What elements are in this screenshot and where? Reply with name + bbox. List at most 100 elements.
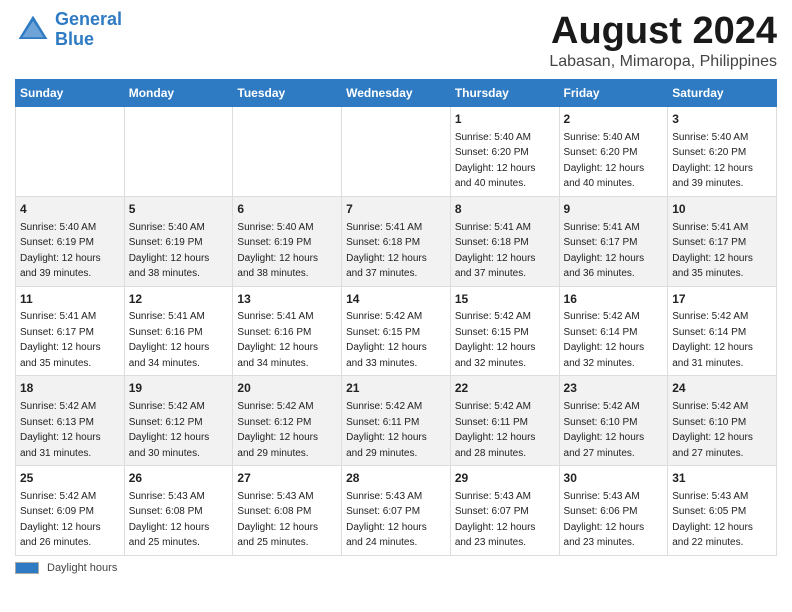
day-info: Sunrise: 5:43 AM Sunset: 6:07 PM Dayligh… <box>346 491 427 549</box>
col-header-monday: Monday <box>124 80 233 107</box>
day-number: 26 <box>129 470 229 487</box>
calendar-cell: 2 Sunrise: 5:40 AM Sunset: 6:20 PM Daylig… <box>559 107 668 197</box>
calendar-cell: 14 Sunrise: 5:42 AM Sunset: 6:15 PM Dayli… <box>342 286 451 376</box>
day-number: 4 <box>20 201 120 218</box>
day-number: 30 <box>564 470 664 487</box>
day-info: Sunrise: 5:41 AM Sunset: 6:18 PM Dayligh… <box>346 222 427 280</box>
day-info: Sunrise: 5:40 AM Sunset: 6:20 PM Dayligh… <box>455 132 536 190</box>
main-title: August 2024 <box>549 10 777 53</box>
day-number: 3 <box>672 111 772 128</box>
day-number: 21 <box>346 380 446 397</box>
calendar-cell: 21 Sunrise: 5:42 AM Sunset: 6:11 PM Dayli… <box>342 376 451 466</box>
calendar-cell: 4 Sunrise: 5:40 AM Sunset: 6:19 PM Daylig… <box>16 196 125 286</box>
footer-note: Daylight hours <box>15 562 777 574</box>
day-info: Sunrise: 5:43 AM Sunset: 6:08 PM Dayligh… <box>129 491 210 549</box>
day-number: 1 <box>455 111 555 128</box>
calendar-week-row: 11 Sunrise: 5:41 AM Sunset: 6:17 PM Dayli… <box>16 286 777 376</box>
calendar-cell <box>342 107 451 197</box>
title-section: August 2024 Labasan, Mimaropa, Philippin… <box>549 10 777 71</box>
calendar-cell: 3 Sunrise: 5:40 AM Sunset: 6:20 PM Daylig… <box>668 107 777 197</box>
day-number: 29 <box>455 470 555 487</box>
col-header-thursday: Thursday <box>450 80 559 107</box>
calendar-cell: 15 Sunrise: 5:42 AM Sunset: 6:15 PM Dayli… <box>450 286 559 376</box>
day-number: 8 <box>455 201 555 218</box>
subtitle: Labasan, Mimaropa, Philippines <box>549 53 777 71</box>
day-info: Sunrise: 5:40 AM Sunset: 6:19 PM Dayligh… <box>20 222 101 280</box>
day-number: 12 <box>129 291 229 308</box>
day-info: Sunrise: 5:41 AM Sunset: 6:17 PM Dayligh… <box>564 222 645 280</box>
day-info: Sunrise: 5:40 AM Sunset: 6:19 PM Dayligh… <box>129 222 210 280</box>
day-number: 22 <box>455 380 555 397</box>
day-number: 23 <box>564 380 664 397</box>
day-number: 2 <box>564 111 664 128</box>
calendar-cell: 23Sunrise: 5:42 AM Sunset: 6:10 PM Dayli… <box>559 376 668 466</box>
calendar-cell: 13 Sunrise: 5:41 AM Sunset: 6:16 PM Dayli… <box>233 286 342 376</box>
calendar-cell: 25Sunrise: 5:42 AM Sunset: 6:09 PM Dayli… <box>16 466 125 556</box>
day-info: Sunrise: 5:42 AM Sunset: 6:11 PM Dayligh… <box>455 401 536 459</box>
calendar-cell: 7Sunrise: 5:41 AM Sunset: 6:18 PM Daylig… <box>342 196 451 286</box>
day-number: 24 <box>672 380 772 397</box>
calendar-cell: 17 Sunrise: 5:42 AM Sunset: 6:14 PM Dayli… <box>668 286 777 376</box>
calendar-cell: 20Sunrise: 5:42 AM Sunset: 6:12 PM Dayli… <box>233 376 342 466</box>
day-number: 14 <box>346 291 446 308</box>
day-info: Sunrise: 5:42 AM Sunset: 6:15 PM Dayligh… <box>346 311 427 369</box>
calendar-cell: 16Sunrise: 5:42 AM Sunset: 6:14 PM Dayli… <box>559 286 668 376</box>
page-header: General Blue August 2024 Labasan, Mimaro… <box>15 10 777 71</box>
calendar-header-row: SundayMondayTuesdayWednesdayThursdayFrid… <box>16 80 777 107</box>
calendar-cell: 24 Sunrise: 5:42 AM Sunset: 6:10 PM Dayli… <box>668 376 777 466</box>
day-info: Sunrise: 5:42 AM Sunset: 6:15 PM Dayligh… <box>455 311 536 369</box>
day-number: 13 <box>237 291 337 308</box>
calendar-cell <box>16 107 125 197</box>
calendar-cell: 31Sunrise: 5:43 AM Sunset: 6:05 PM Dayli… <box>668 466 777 556</box>
calendar-week-row: 1 Sunrise: 5:40 AM Sunset: 6:20 PM Daylig… <box>16 107 777 197</box>
calendar-cell: 9Sunrise: 5:41 AM Sunset: 6:17 PM Daylig… <box>559 196 668 286</box>
daylight-label: Daylight hours <box>47 562 117 574</box>
day-number: 11 <box>20 291 120 308</box>
day-info: Sunrise: 5:42 AM Sunset: 6:14 PM Dayligh… <box>672 311 753 369</box>
logo-icon <box>15 12 51 48</box>
day-info: Sunrise: 5:43 AM Sunset: 6:07 PM Dayligh… <box>455 491 536 549</box>
day-info: Sunrise: 5:42 AM Sunset: 6:13 PM Dayligh… <box>20 401 101 459</box>
day-info: Sunrise: 5:42 AM Sunset: 6:11 PM Dayligh… <box>346 401 427 459</box>
col-header-saturday: Saturday <box>668 80 777 107</box>
calendar-cell <box>233 107 342 197</box>
day-number: 25 <box>20 470 120 487</box>
logo: General Blue <box>15 10 122 50</box>
logo-general: General <box>55 9 122 29</box>
day-info: Sunrise: 5:41 AM Sunset: 6:16 PM Dayligh… <box>237 311 318 369</box>
col-header-tuesday: Tuesday <box>233 80 342 107</box>
calendar-cell: 5 Sunrise: 5:40 AM Sunset: 6:19 PM Daylig… <box>124 196 233 286</box>
day-number: 31 <box>672 470 772 487</box>
calendar-cell: 26 Sunrise: 5:43 AM Sunset: 6:08 PM Dayli… <box>124 466 233 556</box>
day-info: Sunrise: 5:41 AM Sunset: 6:17 PM Dayligh… <box>672 222 753 280</box>
day-number: 15 <box>455 291 555 308</box>
day-number: 10 <box>672 201 772 218</box>
day-number: 20 <box>237 380 337 397</box>
calendar-table: SundayMondayTuesdayWednesdayThursdayFrid… <box>15 79 777 556</box>
day-info: Sunrise: 5:41 AM Sunset: 6:17 PM Dayligh… <box>20 311 101 369</box>
daylight-swatch <box>15 562 39 574</box>
day-info: Sunrise: 5:40 AM Sunset: 6:20 PM Dayligh… <box>672 132 753 190</box>
day-info: Sunrise: 5:42 AM Sunset: 6:10 PM Dayligh… <box>672 401 753 459</box>
day-number: 18 <box>20 380 120 397</box>
calendar-cell: 19Sunrise: 5:42 AM Sunset: 6:12 PM Dayli… <box>124 376 233 466</box>
col-header-friday: Friday <box>559 80 668 107</box>
calendar-cell: 8Sunrise: 5:41 AM Sunset: 6:18 PM Daylig… <box>450 196 559 286</box>
day-info: Sunrise: 5:43 AM Sunset: 6:08 PM Dayligh… <box>237 491 318 549</box>
calendar-cell: 11 Sunrise: 5:41 AM Sunset: 6:17 PM Dayli… <box>16 286 125 376</box>
calendar-cell: 10 Sunrise: 5:41 AM Sunset: 6:17 PM Dayli… <box>668 196 777 286</box>
day-number: 5 <box>129 201 229 218</box>
day-info: Sunrise: 5:40 AM Sunset: 6:19 PM Dayligh… <box>237 222 318 280</box>
day-number: 17 <box>672 291 772 308</box>
day-info: Sunrise: 5:41 AM Sunset: 6:16 PM Dayligh… <box>129 311 210 369</box>
calendar-week-row: 18 Sunrise: 5:42 AM Sunset: 6:13 PM Dayli… <box>16 376 777 466</box>
calendar-cell: 27Sunrise: 5:43 AM Sunset: 6:08 PM Dayli… <box>233 466 342 556</box>
calendar-cell: 1 Sunrise: 5:40 AM Sunset: 6:20 PM Daylig… <box>450 107 559 197</box>
calendar-cell: 12 Sunrise: 5:41 AM Sunset: 6:16 PM Dayli… <box>124 286 233 376</box>
calendar-cell <box>124 107 233 197</box>
day-number: 19 <box>129 380 229 397</box>
calendar-week-row: 4 Sunrise: 5:40 AM Sunset: 6:19 PM Daylig… <box>16 196 777 286</box>
day-info: Sunrise: 5:40 AM Sunset: 6:20 PM Dayligh… <box>564 132 645 190</box>
calendar-cell: 30Sunrise: 5:43 AM Sunset: 6:06 PM Dayli… <box>559 466 668 556</box>
col-header-wednesday: Wednesday <box>342 80 451 107</box>
